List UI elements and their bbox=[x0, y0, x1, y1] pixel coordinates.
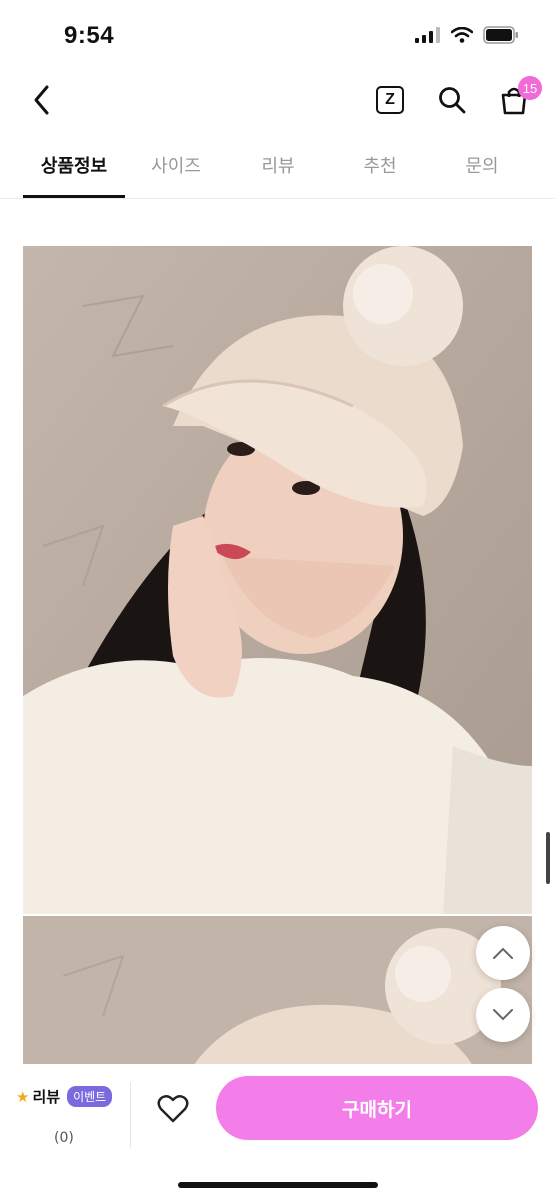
tab-active-indicator bbox=[23, 195, 125, 198]
scroll-down-button[interactable] bbox=[476, 988, 530, 1042]
divider bbox=[130, 1082, 131, 1148]
tab-recommend[interactable]: 추천 bbox=[329, 152, 431, 178]
status-bar: 9:54 bbox=[0, 0, 555, 70]
tab-inquiry[interactable]: 문의 bbox=[431, 152, 533, 178]
product-image-2 bbox=[23, 916, 532, 1066]
back-button[interactable] bbox=[22, 80, 62, 120]
search-icon bbox=[439, 87, 466, 114]
tab-bar: 상품정보 사이즈 리뷰 추천 문의 bbox=[0, 140, 555, 199]
wifi-icon bbox=[451, 27, 473, 43]
signal-icon bbox=[415, 27, 440, 43]
star-icon: ★ bbox=[16, 1087, 30, 1106]
tab-review[interactable]: 리뷰 bbox=[227, 152, 329, 178]
tab-size[interactable]: 사이즈 bbox=[125, 152, 227, 178]
z-icon: Z bbox=[376, 86, 404, 114]
search-button[interactable] bbox=[432, 80, 472, 120]
cart-button[interactable]: 15 bbox=[494, 76, 542, 120]
heart-icon bbox=[157, 1095, 189, 1123]
z-button[interactable]: Z bbox=[370, 80, 410, 120]
scrollbar[interactable] bbox=[546, 832, 550, 884]
status-icons bbox=[415, 26, 519, 44]
tab-product-info[interactable]: 상품정보 bbox=[23, 152, 125, 178]
review-count: (0) bbox=[54, 1130, 74, 1146]
review-summary[interactable]: ★ 리뷰 이벤트 (0) bbox=[16, 1082, 116, 1146]
chevron-down-icon bbox=[493, 1009, 513, 1021]
z-label: Z bbox=[385, 91, 395, 108]
chevron-up-icon bbox=[493, 947, 513, 959]
buy-button[interactable]: 구매하기 bbox=[216, 1076, 538, 1140]
bottom-action-bar: ★ 리뷰 이벤트 (0) 구매하기 bbox=[0, 1064, 555, 1200]
scroll-up-button[interactable] bbox=[476, 926, 530, 980]
nav-bar: Z 15 bbox=[0, 70, 555, 130]
review-label: 리뷰 bbox=[32, 1088, 61, 1106]
review-title: ★ 리뷰 이벤트 bbox=[16, 1086, 113, 1107]
status-time: 9:54 bbox=[64, 22, 115, 49]
event-badge: 이벤트 bbox=[67, 1086, 113, 1107]
wishlist-button[interactable] bbox=[152, 1088, 194, 1130]
battery-icon bbox=[483, 26, 518, 44]
chevron-left-icon bbox=[34, 85, 49, 115]
cart-badge: 15 bbox=[518, 76, 542, 100]
home-indicator bbox=[178, 1182, 378, 1188]
product-image bbox=[23, 246, 532, 914]
